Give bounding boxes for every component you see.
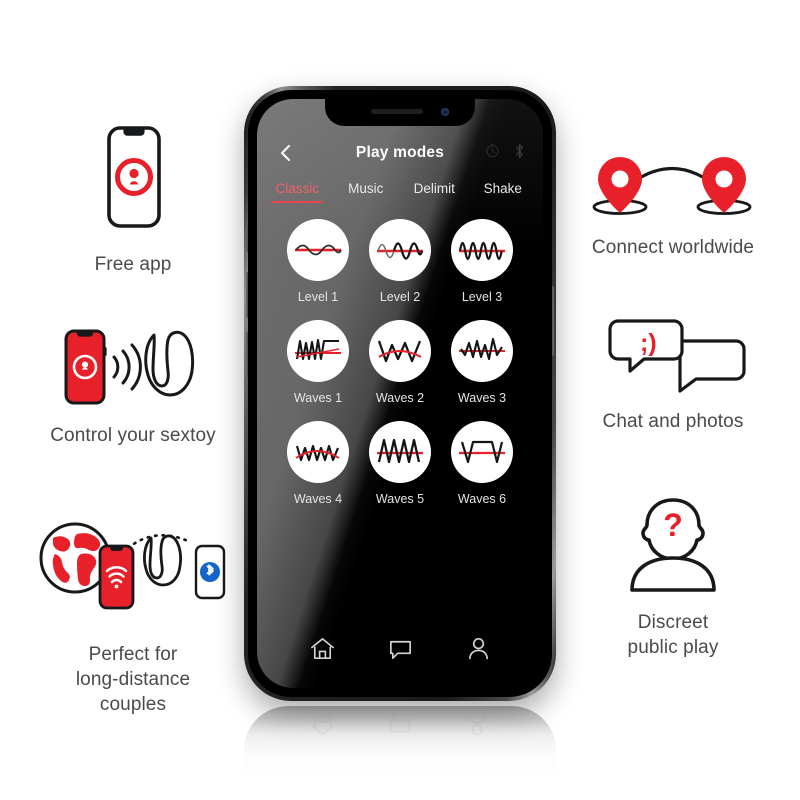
app-ui: Play modes Classic Music Delimit Shake L… (257, 99, 543, 688)
wave-thumb-waves4 (287, 421, 349, 483)
tab-delimit[interactable]: Delimit (400, 181, 469, 203)
app-header: Play modes (257, 135, 543, 171)
phone-app-logo-icon (73, 118, 193, 238)
profile-icon[interactable] (465, 635, 492, 667)
mode-label: Waves 4 (293, 492, 343, 506)
wave-thumb-waves3 (451, 320, 513, 382)
home-icon[interactable] (309, 635, 336, 667)
caption-line-2: long-distance (75, 669, 191, 691)
wave-thumb-waves2 (369, 320, 431, 382)
timer-icon[interactable] (485, 143, 500, 163)
mode-waves-2[interactable]: Waves 2 (359, 320, 441, 405)
mode-label: Waves 2 (375, 391, 425, 405)
feature-caption: Discreet public play (628, 610, 719, 660)
feature-caption: Free app (94, 254, 172, 275)
wave-thumb-waves6 (451, 421, 513, 483)
tab-shake[interactable]: Shake (469, 181, 538, 203)
bluetooth-icon[interactable] (514, 143, 525, 164)
wave-thumb-level2 (369, 219, 431, 281)
globe-phone-bluetooth-icon (33, 508, 233, 628)
front-camera (441, 108, 449, 116)
phone-signal-toy-icon (38, 325, 228, 409)
mode-level-2[interactable]: Level 2 (359, 219, 441, 304)
mode-label: Waves 3 (457, 391, 507, 405)
feature-chat-photos: ;) Chat and photos (558, 313, 788, 434)
chat-icon[interactable] (387, 635, 414, 667)
phone-bezel: Play modes Classic Music Delimit Shake L… (248, 90, 552, 697)
speech-bubbles-wink-icon: ;) (588, 313, 758, 395)
wave-thumb-level3 (451, 219, 513, 281)
mode-waves-5[interactable]: Waves 5 (359, 421, 441, 506)
mode-label: Waves 6 (457, 492, 507, 506)
feature-caption: Connect worldwide (591, 237, 755, 258)
mode-label: Level 1 (297, 290, 339, 304)
map-pins-arc-icon (578, 143, 768, 221)
tab-classic[interactable]: Classic (263, 181, 332, 203)
mode-level-3[interactable]: Level 3 (441, 219, 523, 304)
caption-line-3: couples (99, 694, 167, 716)
question-mark-glyph: ? (663, 507, 683, 543)
caption-line-1: Discreet (637, 612, 709, 633)
mode-waves-4[interactable]: Waves 4 (277, 421, 359, 506)
wave-thumb-waves5 (369, 421, 431, 483)
mode-label: Waves 1 (293, 391, 343, 405)
wave-thumb-waves1 (287, 320, 349, 382)
anonymous-person-icon: ? (608, 492, 738, 596)
phone-notch (325, 99, 475, 126)
feature-caption: Control your sextoy (50, 425, 216, 446)
wink-emoticon: ;) (640, 329, 657, 357)
phone-mockup: Play modes Classic Music Delimit Shake L… (238, 86, 562, 711)
wave-thumb-level1 (287, 219, 349, 281)
mode-level-1[interactable]: Level 1 (277, 219, 359, 304)
mode-waves-6[interactable]: Waves 6 (441, 421, 523, 506)
phone-screen: Play modes Classic Music Delimit Shake L… (257, 99, 543, 688)
mode-waves-1[interactable]: Waves 1 (277, 320, 359, 405)
feature-caption: Perfect for long-distance couples (76, 642, 190, 717)
mode-tabs: Classic Music Delimit Shake (257, 181, 543, 203)
header-actions (485, 143, 525, 164)
mode-label: Waves 5 (375, 492, 425, 506)
infographic-stage: Free app Control your sextoy Perfect for… (0, 0, 800, 800)
mode-label: Level 3 (461, 290, 503, 304)
feature-discreet-public-play: ? Discreet public play (558, 492, 788, 660)
earpiece-speaker (370, 109, 423, 114)
mode-waves-3[interactable]: Waves 3 (441, 320, 523, 405)
mode-label: Level 2 (379, 290, 421, 304)
feature-free-app: Free app (18, 118, 248, 277)
bottom-nav (257, 624, 543, 688)
reflection-nav-icons (244, 712, 556, 738)
feature-connect-worldwide: Connect worldwide (558, 143, 788, 260)
caption-line-1: Perfect for (88, 644, 178, 665)
tab-music[interactable]: Music (332, 181, 401, 203)
phone-body: Play modes Classic Music Delimit Shake L… (244, 86, 556, 701)
feature-long-distance: Perfect for long-distance couples (18, 508, 248, 717)
back-chevron-icon[interactable] (275, 142, 297, 164)
mode-grid: Level 1 Level 2 Level 3 Waves 1 Waves 2 … (257, 219, 543, 506)
caption-line-2: public play (627, 637, 719, 659)
feature-control-sextoy: Control your sextoy (18, 325, 248, 448)
feature-caption: Chat and photos (602, 411, 744, 432)
